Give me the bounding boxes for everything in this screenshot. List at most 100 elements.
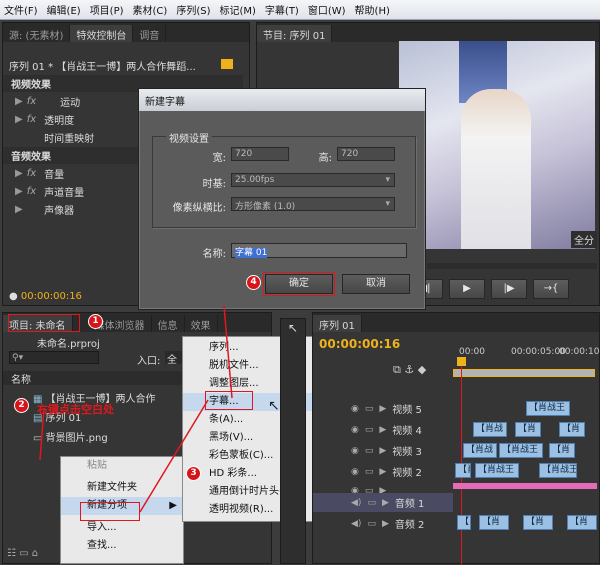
clip-v4-c[interactable]: 【肖: [559, 422, 585, 437]
clip-a2-c[interactable]: 【肖: [523, 515, 553, 530]
clip-v4-a[interactable]: 【肖战: [473, 422, 507, 437]
project-item-image[interactable]: ▭ 背景图片.png: [33, 429, 108, 444]
expand-arrow-icon[interactable]: ▶: [382, 498, 389, 508]
effect-panel-tabs: 源: (无素材) 特效控制台 调音: [3, 23, 249, 42]
clip-v2-b[interactable]: 【肖战王: [475, 463, 519, 478]
track-video-3[interactable]: ◉ ▭ ▶ 视频 3: [313, 441, 453, 460]
clip-v3-b[interactable]: 【肖战王: [499, 443, 543, 458]
clip-a2-a[interactable]: 【肖: [457, 515, 471, 530]
tab-audio-mixer[interactable]: 调音: [133, 25, 167, 42]
eye-icon[interactable]: ◉: [351, 467, 359, 477]
track-video-4[interactable]: ◉ ▭ ▶ 视频 4: [313, 420, 453, 439]
project-tab-highlight: [8, 314, 80, 332]
lock-icon[interactable]: ▭: [365, 446, 374, 456]
tab-program[interactable]: 节目: 序列 01: [257, 25, 333, 42]
submenu-arrow-icon: ▶: [169, 500, 177, 511]
eye-icon[interactable]: ◉: [351, 425, 359, 435]
expand-arrow-icon[interactable]: ▶: [15, 168, 23, 179]
menu-item-new-folder[interactable]: 新建文件夹: [61, 479, 183, 497]
track-video-5[interactable]: ◉ ▭ ▶ 视频 5: [313, 399, 453, 418]
expand-arrow-icon[interactable]: ▶: [382, 519, 389, 529]
lock-icon[interactable]: ▭: [367, 519, 376, 529]
clip-v4-b[interactable]: 【肖: [515, 422, 541, 437]
eye-icon[interactable]: ◉: [351, 404, 359, 414]
track-audio-1[interactable]: ◀) ▭ ▶ 音频 1: [313, 493, 453, 512]
ruler-label-0: 00:00: [459, 347, 485, 357]
search-input[interactable]: ⚲▾: [9, 351, 99, 364]
lock-icon[interactable]: ▭: [365, 467, 374, 477]
height-field[interactable]: 720: [337, 147, 395, 161]
step-badge-2: 2: [14, 398, 29, 413]
playhead[interactable]: [461, 359, 462, 565]
new-item-highlight: [80, 502, 140, 521]
menu-item-3[interactable]: 素材(C): [133, 2, 168, 17]
expand-arrow-icon[interactable]: ▶: [15, 186, 23, 197]
work-area-bar[interactable]: [453, 369, 595, 377]
menu-item-find[interactable]: 查找...: [61, 537, 183, 555]
name-selection: 字幕 01: [235, 248, 268, 258]
clip-v2-c[interactable]: 【肖战王: [539, 463, 577, 478]
transport-controls: ◀| ▶ |▶ →{: [407, 279, 597, 301]
timebase-dropdown[interactable]: 25.00fps: [231, 173, 395, 187]
speaker-icon[interactable]: ◀): [351, 498, 361, 508]
menu-item-5[interactable]: 标记(M): [219, 2, 255, 17]
clip-v3-a[interactable]: 【肖战: [463, 443, 497, 458]
expand-arrow-icon[interactable]: ▶: [379, 467, 386, 477]
lock-icon[interactable]: ▭: [365, 425, 374, 435]
snap-icon[interactable]: ⧉ ⚓ ◆: [393, 363, 426, 377]
program-scrubber[interactable]: [427, 263, 597, 269]
expand-arrow-icon[interactable]: ▶: [379, 425, 386, 435]
shuttle-button[interactable]: →{: [533, 279, 569, 299]
search-icon: ⚲▾: [12, 353, 24, 363]
clip-v5[interactable]: 【肖战王: [526, 401, 570, 416]
playhead-dot-icon: ●: [9, 291, 21, 302]
lock-icon[interactable]: ▭: [365, 404, 374, 414]
lock-icon[interactable]: ▭: [367, 498, 376, 508]
menu-item-1[interactable]: 编辑(E): [47, 2, 81, 17]
tab-media-browser[interactable]: 媒体浏览器: [73, 315, 152, 332]
speaker-icon[interactable]: ◀): [351, 519, 361, 529]
menu-item-2[interactable]: 项目(P): [90, 2, 124, 17]
timebase-label: 时基:: [202, 179, 226, 190]
tab-effect-controls[interactable]: 特效控制台: [70, 25, 134, 42]
expand-arrow-icon[interactable]: ▶: [15, 204, 23, 215]
menu-item-0[interactable]: 文件(F): [4, 2, 38, 17]
timeline-panel: 序列 01 00:00:00:16 00:00 00:00:05:00 00:0…: [312, 312, 600, 565]
menu-item-7[interactable]: 窗口(W): [308, 2, 346, 17]
name-column-header[interactable]: 名称: [3, 371, 183, 386]
expand-arrow-icon[interactable]: ▶: [379, 404, 386, 414]
tab-info[interactable]: 信息: [152, 315, 185, 332]
playhead-handle[interactable]: [457, 357, 466, 366]
expand-arrow-icon[interactable]: ▶: [379, 446, 386, 456]
track-video-2[interactable]: ◉ ▭ ▶ 视频 2: [313, 462, 453, 481]
expand-arrow-icon[interactable]: ▶: [15, 114, 23, 125]
menu-item-4[interactable]: 序列(S): [176, 2, 210, 17]
eye-icon[interactable]: ◉: [351, 446, 359, 456]
par-dropdown[interactable]: 方形像素 (1.0): [231, 197, 395, 212]
timeline-timecode[interactable]: 00:00:00:16: [319, 337, 400, 351]
width-field[interactable]: 720: [231, 147, 289, 161]
menu-item-import[interactable]: 导入...: [61, 519, 183, 537]
clip-v1-pink[interactable]: [453, 483, 597, 489]
track-audio-2[interactable]: ◀) ▭ ▶ 音频 2: [313, 514, 453, 533]
tab-effects[interactable]: 效果: [185, 315, 218, 332]
step-badge-4: 4: [246, 275, 261, 290]
tab-sequence[interactable]: 序列 01: [313, 315, 362, 332]
clip-a2-b[interactable]: 【肖: [479, 515, 509, 530]
clip-v2-a[interactable]: 【肖: [455, 463, 471, 478]
program-video-frame: [399, 41, 595, 249]
selection-tool-icon[interactable]: ↖: [281, 321, 305, 335]
expand-arrow-icon[interactable]: ▶: [15, 96, 23, 107]
fit-dropdown[interactable]: 全分: [571, 231, 597, 248]
clip-v3-c[interactable]: 【肖: [549, 443, 575, 458]
effect-timecode[interactable]: ● 00:00:00:16: [9, 291, 82, 302]
cancel-button[interactable]: 取消: [342, 274, 410, 294]
clip-a2-d[interactable]: 【肖: [567, 515, 597, 530]
menu-item-6[interactable]: 字幕(T): [265, 2, 299, 17]
tab-source[interactable]: 源: (无素材): [3, 25, 71, 42]
dialog-title: 新建字幕: [139, 89, 425, 111]
play-button[interactable]: ▶: [449, 279, 485, 299]
step-forward-button[interactable]: |▶: [491, 279, 527, 299]
title-name-field[interactable]: 字幕 01: [231, 243, 407, 258]
menu-item-8[interactable]: 帮助(H): [355, 2, 390, 17]
